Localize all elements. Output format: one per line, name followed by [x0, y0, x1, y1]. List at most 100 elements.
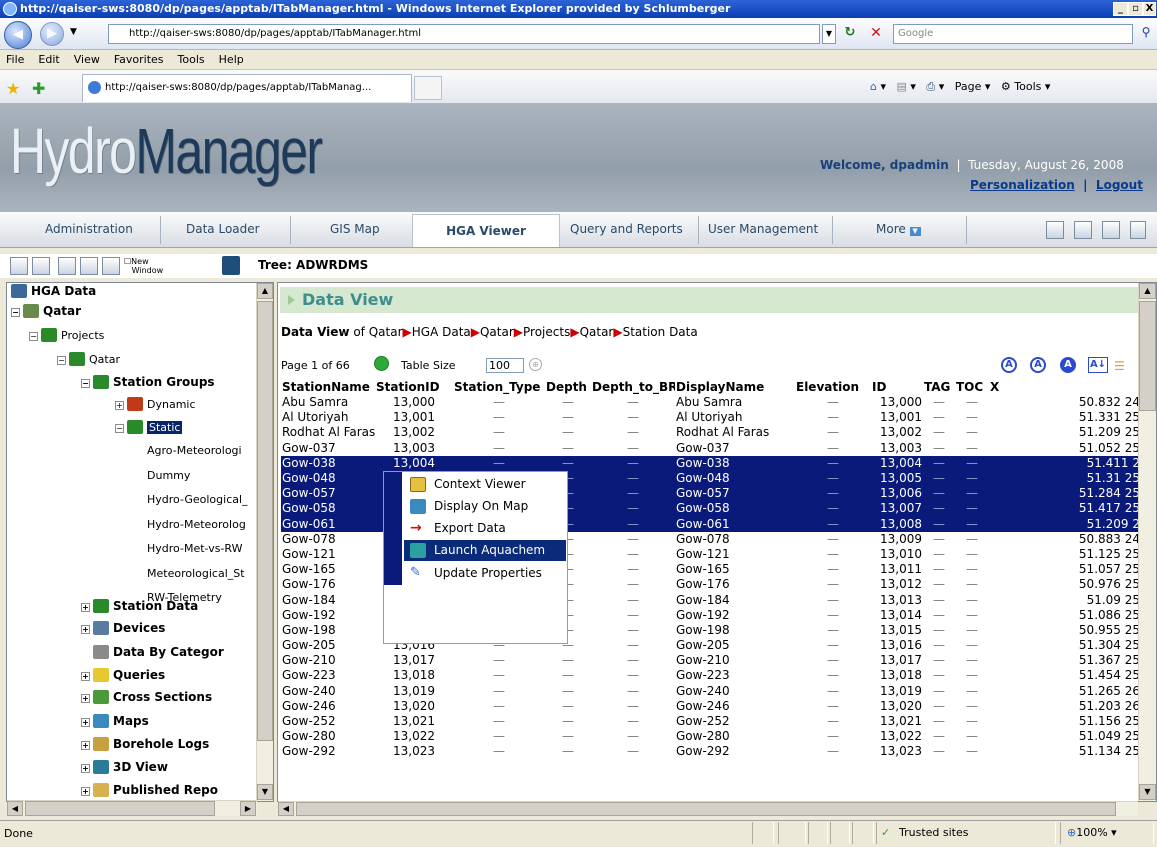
security-zone[interactable]: ✓ Trusted sites [876, 822, 1056, 844]
tree-node-station-groups[interactable]: − Station Groups [81, 374, 215, 390]
expand-icon[interactable]: + [115, 401, 124, 410]
search-input[interactable]: Google [893, 24, 1133, 44]
breadcrumb-item[interactable]: Qatar [480, 325, 514, 339]
tools-menu[interactable]: ⚙ Tools ▾ [1001, 80, 1051, 93]
nav-hga-viewer[interactable]: HGA Viewer [412, 214, 560, 247]
favorites-star-icon[interactable]: ★ [6, 79, 20, 98]
ctx-context-viewer[interactable]: Context Viewer [404, 474, 566, 495]
breadcrumb-item[interactable]: HGA Data [412, 325, 471, 339]
tree-tool-1-icon[interactable] [10, 257, 28, 275]
tree-node-cross-sections[interactable]: + Cross Sections [81, 689, 212, 705]
logout-link[interactable]: Logout [1096, 178, 1143, 192]
tree-tool-3-icon[interactable] [58, 257, 76, 275]
refresh-app-icon[interactable] [1102, 221, 1120, 239]
tree-node-devices[interactable]: + Devices [81, 620, 165, 636]
layout-icon[interactable] [1074, 221, 1092, 239]
column-header[interactable]: Depth [545, 379, 591, 395]
ctx-launch-aquachem[interactable]: Launch Aquachem [404, 540, 566, 561]
breadcrumb-item[interactable]: Projects [523, 325, 570, 339]
column-header[interactable]: Depth_to_BR [591, 379, 675, 395]
new-window-button[interactable]: ☐New Window [124, 257, 163, 275]
columns-icon[interactable]: ☰ [1114, 359, 1125, 373]
menu-edit[interactable]: Edit [38, 53, 59, 66]
new-tab-button[interactable] [414, 76, 442, 100]
nav-query-reports[interactable]: Query and Reports [570, 222, 683, 236]
sort-az-icon[interactable]: A↓ [1088, 357, 1108, 373]
tree-node-borehole-logs[interactable]: + Borehole Logs [81, 736, 209, 752]
column-header[interactable]: StationName [281, 379, 375, 395]
address-input[interactable]: http://qaiser-sws:8080/dp/pages/apptab/I… [108, 24, 820, 44]
feeds-icon[interactable]: ▤ [897, 80, 907, 93]
column-header[interactable]: StationID [375, 379, 453, 395]
tree-node-queries[interactable]: + Queries [81, 667, 165, 683]
expand-icon[interactable]: + [81, 787, 90, 796]
table-row[interactable]: Gow-252 13,021 — — — Gow-252 — 13,021 — — 51.156 2… [281, 714, 1141, 729]
table-row[interactable]: Gow-240 13,019 — — — Gow-240 — 13,019 — — 51.265 2… [281, 684, 1141, 699]
menu-tools[interactable]: Tools [178, 53, 205, 66]
tree-node-qatar-project[interactable]: − Qatar [57, 352, 120, 368]
scroll-thumb[interactable] [257, 301, 273, 741]
table-row[interactable]: Gow-292 13,023 — — — Gow-292 — 13,023 — — 51.134 2… [281, 744, 1141, 759]
tree-node-data-by-category[interactable]: Data By Categor [93, 644, 224, 660]
add-favorite-icon[interactable]: ✚ [32, 79, 45, 98]
expand-icon[interactable]: + [81, 672, 90, 681]
filter-clear-icon[interactable]: A [1030, 357, 1046, 373]
save-icon[interactable] [222, 256, 240, 275]
address-dropdown-icon[interactable]: ▼ [822, 24, 836, 44]
expand-icon[interactable]: + [81, 625, 90, 634]
breadcrumb-item[interactable]: Station Data [623, 325, 698, 339]
tree-tool-4-icon[interactable] [80, 257, 98, 275]
tree-node-3d-view[interactable]: +3D View [81, 759, 168, 775]
scroll-left-icon[interactable]: ◀ [7, 801, 23, 816]
menu-view[interactable]: View [74, 53, 100, 66]
column-header[interactable]: Elevation [795, 379, 871, 395]
collapse-icon[interactable]: − [29, 332, 38, 341]
apply-size-icon[interactable]: ⊕ [529, 358, 542, 371]
table-size-input[interactable]: 100 [486, 358, 524, 373]
menu-file[interactable]: File [6, 53, 24, 66]
tree-horizontal-scrollbar[interactable]: ◀ ▶ [7, 800, 257, 816]
scroll-left-icon[interactable]: ◀ [278, 802, 294, 816]
personalization-link[interactable]: Personalization [970, 178, 1075, 192]
expand-icon[interactable]: + [81, 694, 90, 703]
breadcrumb-item[interactable]: Qatar [580, 325, 614, 339]
tree-leaf[interactable]: Hydro-Meteorolog [147, 517, 246, 533]
tree-node-station-data[interactable]: + Station Data [81, 598, 198, 614]
column-header[interactable]: TOC [955, 379, 989, 395]
home-icon[interactable]: ⌂ [870, 80, 877, 93]
zoom-control[interactable]: ⊕100% ▾ [1060, 822, 1154, 844]
collapse-icon[interactable]: − [115, 424, 124, 433]
scroll-down-icon[interactable]: ▼ [1139, 784, 1156, 800]
minimize-button[interactable]: _ [1113, 2, 1128, 16]
table-row[interactable]: Gow-037 13,003 — — — Gow-037 — 13,003 — — 51.052 2… [281, 441, 1141, 456]
collapse-icon[interactable]: − [81, 379, 90, 388]
table-row[interactable]: Gow-280 13,022 — — — Gow-280 — 13,022 — — 51.049 2… [281, 729, 1141, 744]
scroll-thumb[interactable] [25, 801, 215, 816]
expand-icon[interactable]: + [81, 718, 90, 727]
ctx-export-data[interactable]: Export Data [404, 518, 566, 539]
nav-administration[interactable]: Administration [45, 222, 133, 236]
scroll-right-icon[interactable]: ▶ [240, 801, 256, 816]
breadcrumb-item[interactable]: Qatar [369, 325, 403, 339]
close-button[interactable]: X [1143, 2, 1156, 16]
scroll-up-icon[interactable]: ▲ [257, 283, 273, 299]
scroll-thumb[interactable] [1139, 301, 1156, 411]
nav-gis-map[interactable]: GIS Map [330, 222, 380, 236]
menu-favorites[interactable]: Favorites [114, 53, 164, 66]
nav-more[interactable]: More ▼ [876, 222, 921, 236]
collapse-icon[interactable]: − [57, 356, 66, 365]
table-row[interactable]: Gow-223 13,018 — — — Gow-223 — 13,018 — — 51.454 2… [281, 668, 1141, 683]
filter-active-icon[interactable]: A [1060, 357, 1076, 373]
tree-node-qatar[interactable]: − Qatar [11, 303, 81, 319]
scroll-thumb[interactable] [296, 802, 1116, 816]
back-button[interactable]: ◀ [4, 21, 32, 49]
expand-icon[interactable]: + [81, 603, 90, 612]
grid-horizontal-scrollbar[interactable]: ◀ [278, 801, 1138, 816]
table-row[interactable]: Gow-210 13,017 — — — Gow-210 — 13,017 — — 51.367 2… [281, 653, 1141, 668]
tree-vertical-scrollbar[interactable]: ▲ ▼ [256, 283, 273, 801]
stop-icon[interactable]: ✕ [866, 25, 886, 43]
tree-node-static[interactable]: − Static [115, 420, 183, 436]
column-header[interactable]: Station_Type [453, 379, 545, 395]
collapse-icon[interactable]: − [11, 308, 20, 317]
table-row[interactable]: Gow-038 13,004— — — Gow-038—13,004— —51.411 2 [281, 455, 1141, 471]
